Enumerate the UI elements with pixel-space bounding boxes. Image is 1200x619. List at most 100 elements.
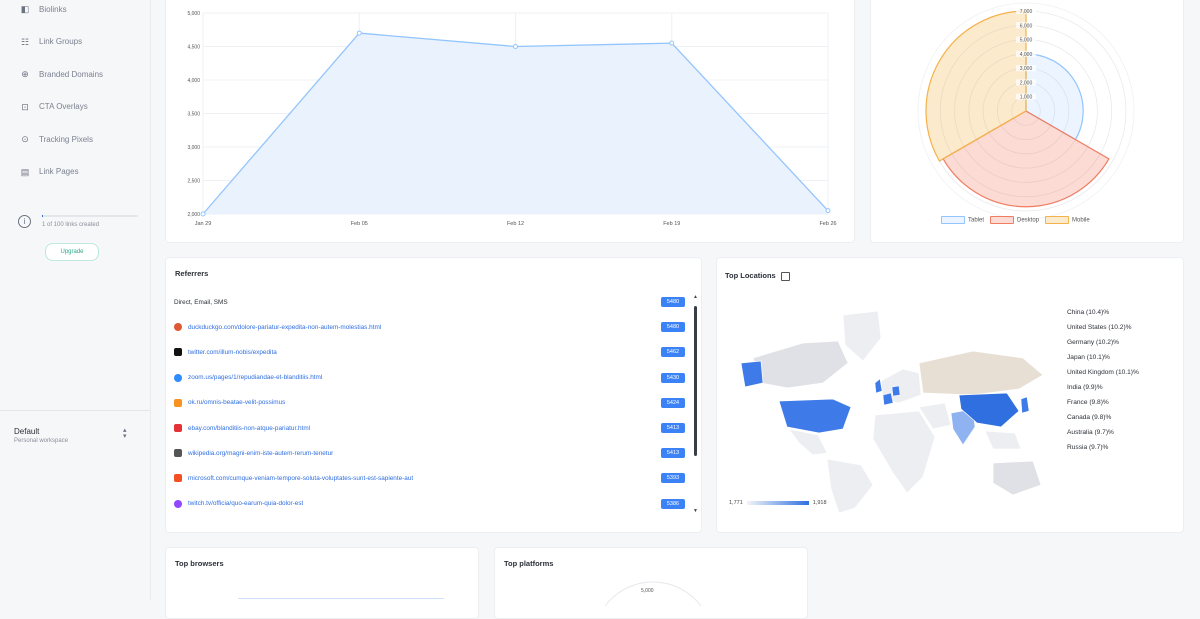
referrer-row: twitch.tv/officia/quo-earum-quia-dolor-e… bbox=[174, 497, 685, 511]
referrer-row: microsoft.com/cumque-veniam-tempore-solu… bbox=[174, 471, 685, 485]
r-tick-label: 6,000 bbox=[1020, 23, 1033, 29]
locations-card: Top Locations China (10.4)% United States… bbox=[716, 257, 1184, 533]
referrer-link[interactable]: zoom.us/pages/1/repudiandae-et-blanditii… bbox=[188, 374, 322, 381]
legend-swatch bbox=[990, 216, 1015, 224]
legend-item-desktop[interactable]: Desktop bbox=[990, 216, 1039, 224]
referrer-link[interactable]: duckduckgo.com/dolore-pariatur-expedita-… bbox=[188, 324, 381, 331]
sidebar-item-branded-domains[interactable]: ⊕ Branded Domains bbox=[20, 66, 103, 82]
map-africa bbox=[872, 410, 936, 494]
y-tick-label: 3,500 bbox=[187, 112, 200, 118]
platforms-card: Top platforms 5,000 bbox=[494, 547, 808, 619]
location-item: United Kingdom (10.1)% bbox=[1067, 369, 1139, 376]
sidebar-item-cta-overlays[interactable]: ⊡ CTA Overlays bbox=[20, 99, 88, 115]
map-australia bbox=[992, 460, 1042, 496]
map-united-states bbox=[778, 398, 852, 434]
x-tick-label: Feb 12 bbox=[507, 221, 524, 227]
info-icon: i bbox=[18, 215, 31, 228]
referrer-link[interactable]: microsoft.com/cumque-veniam-tempore-solu… bbox=[188, 475, 413, 482]
workspace-subtitle: Personal workspace bbox=[14, 438, 69, 444]
referrer-link[interactable]: ebay.com/blanditiis-non-atque-pariatur.h… bbox=[188, 425, 310, 432]
data-point bbox=[200, 211, 206, 217]
color-scale-gradient bbox=[746, 501, 809, 505]
x-tick-label: Feb 19 bbox=[663, 221, 680, 227]
data-point bbox=[825, 208, 831, 214]
referrer-link[interactable]: twitter.com/illum-nobis/expedita bbox=[188, 349, 277, 356]
scroll-up-icon[interactable]: ▲ bbox=[693, 294, 698, 300]
legend-item-tablet[interactable]: Tablet bbox=[941, 216, 984, 224]
referrer-count-badge: 5393 bbox=[661, 473, 685, 484]
devices-legend: Tablet Desktop Mobile bbox=[941, 216, 1096, 224]
sidebar-item-biolinks[interactable]: ◧ Biolinks bbox=[20, 1, 67, 17]
sidebar-item-label: CTA Overlays bbox=[39, 102, 88, 111]
referrer-link[interactable]: twitch.tv/officia/quo-earum-quia-dolor-e… bbox=[188, 500, 303, 507]
link-groups-icon: ☷ bbox=[20, 36, 30, 47]
y-tick-label: 4,500 bbox=[187, 45, 200, 51]
location-item: Russia (9.7)% bbox=[1067, 444, 1109, 451]
usage-progress-bar bbox=[42, 215, 138, 217]
world-map bbox=[740, 310, 1044, 513]
sidebar-item-label: Branded Domains bbox=[39, 69, 104, 79]
sidebar-item-link-pages[interactable]: ▤ Link Pages bbox=[20, 164, 79, 180]
favicon-icon bbox=[174, 474, 182, 483]
map-southeast-asia bbox=[984, 430, 1022, 450]
sidebar-item-label: Link Groups bbox=[39, 37, 83, 46]
x-tick-label: Feb 26 bbox=[819, 221, 836, 227]
info-icon[interactable] bbox=[780, 271, 790, 281]
referrers-title: Referrers bbox=[175, 269, 209, 278]
location-item: United States (10.2)% bbox=[1067, 324, 1132, 331]
usage-text: 1 of 100 links created bbox=[42, 222, 100, 228]
x-tick-label: Feb 05 bbox=[351, 221, 368, 227]
favicon-icon bbox=[174, 323, 182, 332]
browsers-title: Top browsers bbox=[175, 559, 224, 568]
locations-title: Top Locations bbox=[725, 271, 790, 281]
browsers-card: Top browsers bbox=[165, 547, 479, 619]
referrer-count-badge: 5462 bbox=[661, 347, 685, 358]
upgrade-button[interactable]: Upgrade bbox=[45, 243, 99, 261]
biolinks-icon: ◧ bbox=[20, 4, 30, 14]
r-tick-label: 3,000 bbox=[1020, 66, 1033, 72]
cta-overlay-icon: ⊡ bbox=[21, 101, 29, 112]
referrer-count-badge: 5386 bbox=[661, 498, 685, 509]
pixel-icon: ⊙ bbox=[21, 134, 29, 144]
referrer-link[interactable]: ok.ru/omnis-beatae-velit-possimus bbox=[188, 399, 285, 406]
location-item: Australia (9.7)% bbox=[1067, 429, 1114, 436]
favicon-icon bbox=[174, 398, 182, 407]
legend-swatch bbox=[1045, 216, 1070, 224]
area-fill bbox=[203, 33, 828, 214]
location-item: India (9.9)% bbox=[1067, 384, 1103, 391]
referrer-count-badge: 5480 bbox=[661, 297, 685, 307]
y-tick-label: 5,000 bbox=[187, 11, 200, 17]
location-item: Japan (10.1)% bbox=[1067, 354, 1110, 361]
referrer-count-badge: 5424 bbox=[661, 397, 685, 408]
legend-label: Mobile bbox=[1072, 217, 1090, 224]
data-point bbox=[356, 30, 362, 36]
referrer-link[interactable]: wikipedia.org/magni-enim-iste-autem-reru… bbox=[188, 450, 333, 457]
location-item: France (9.8)% bbox=[1067, 399, 1109, 406]
devices-polar-chart: 1,000 2,000 3,000 4,000 5,000 6,000 7,000 bbox=[917, 2, 1135, 220]
referrer-count-badge: 5413 bbox=[661, 423, 685, 433]
favicon-icon bbox=[174, 449, 182, 458]
sidebar-item-link-groups[interactable]: ☷ Link Groups bbox=[20, 34, 82, 50]
referrer-row: zoom.us/pages/1/repudiandae-et-blanditii… bbox=[174, 371, 685, 385]
y-tick-label: 4,000 bbox=[187, 78, 200, 84]
favicon-icon bbox=[174, 499, 182, 508]
scroll-down-icon[interactable]: ▼ bbox=[693, 508, 698, 514]
referrer-row: duckduckgo.com/dolore-pariatur-expedita-… bbox=[174, 320, 685, 334]
locations-list: China (10.4)% United States (10.2)% German… bbox=[1067, 305, 1139, 455]
sidebar-item-tracking-pixels[interactable]: ⊙ Tracking Pixels bbox=[20, 131, 93, 147]
color-scale-min: 1,771 bbox=[729, 500, 743, 506]
chevron-up-down-icon: ▴ ▾ bbox=[123, 427, 127, 440]
referrer-count-badge: 5480 bbox=[661, 322, 685, 333]
r-tick-label: 1,000 bbox=[1020, 95, 1033, 101]
favicon-icon bbox=[174, 424, 182, 432]
sidebar-item-label: Link Pages bbox=[39, 167, 79, 176]
locations-title-text: Top Locations bbox=[725, 271, 776, 280]
globe-icon: ⊕ bbox=[21, 69, 29, 79]
legend-item-mobile[interactable]: Mobile bbox=[1045, 216, 1090, 224]
referrers-scrollbar[interactable] bbox=[694, 306, 697, 456]
r-tick-label: 2,000 bbox=[1020, 80, 1033, 86]
sidebar-item-label: Tracking Pixels bbox=[39, 134, 93, 144]
r-tick-label: 5,000 bbox=[1020, 38, 1033, 44]
map-japan bbox=[1020, 396, 1030, 414]
legend-label: Desktop bbox=[1017, 217, 1040, 224]
